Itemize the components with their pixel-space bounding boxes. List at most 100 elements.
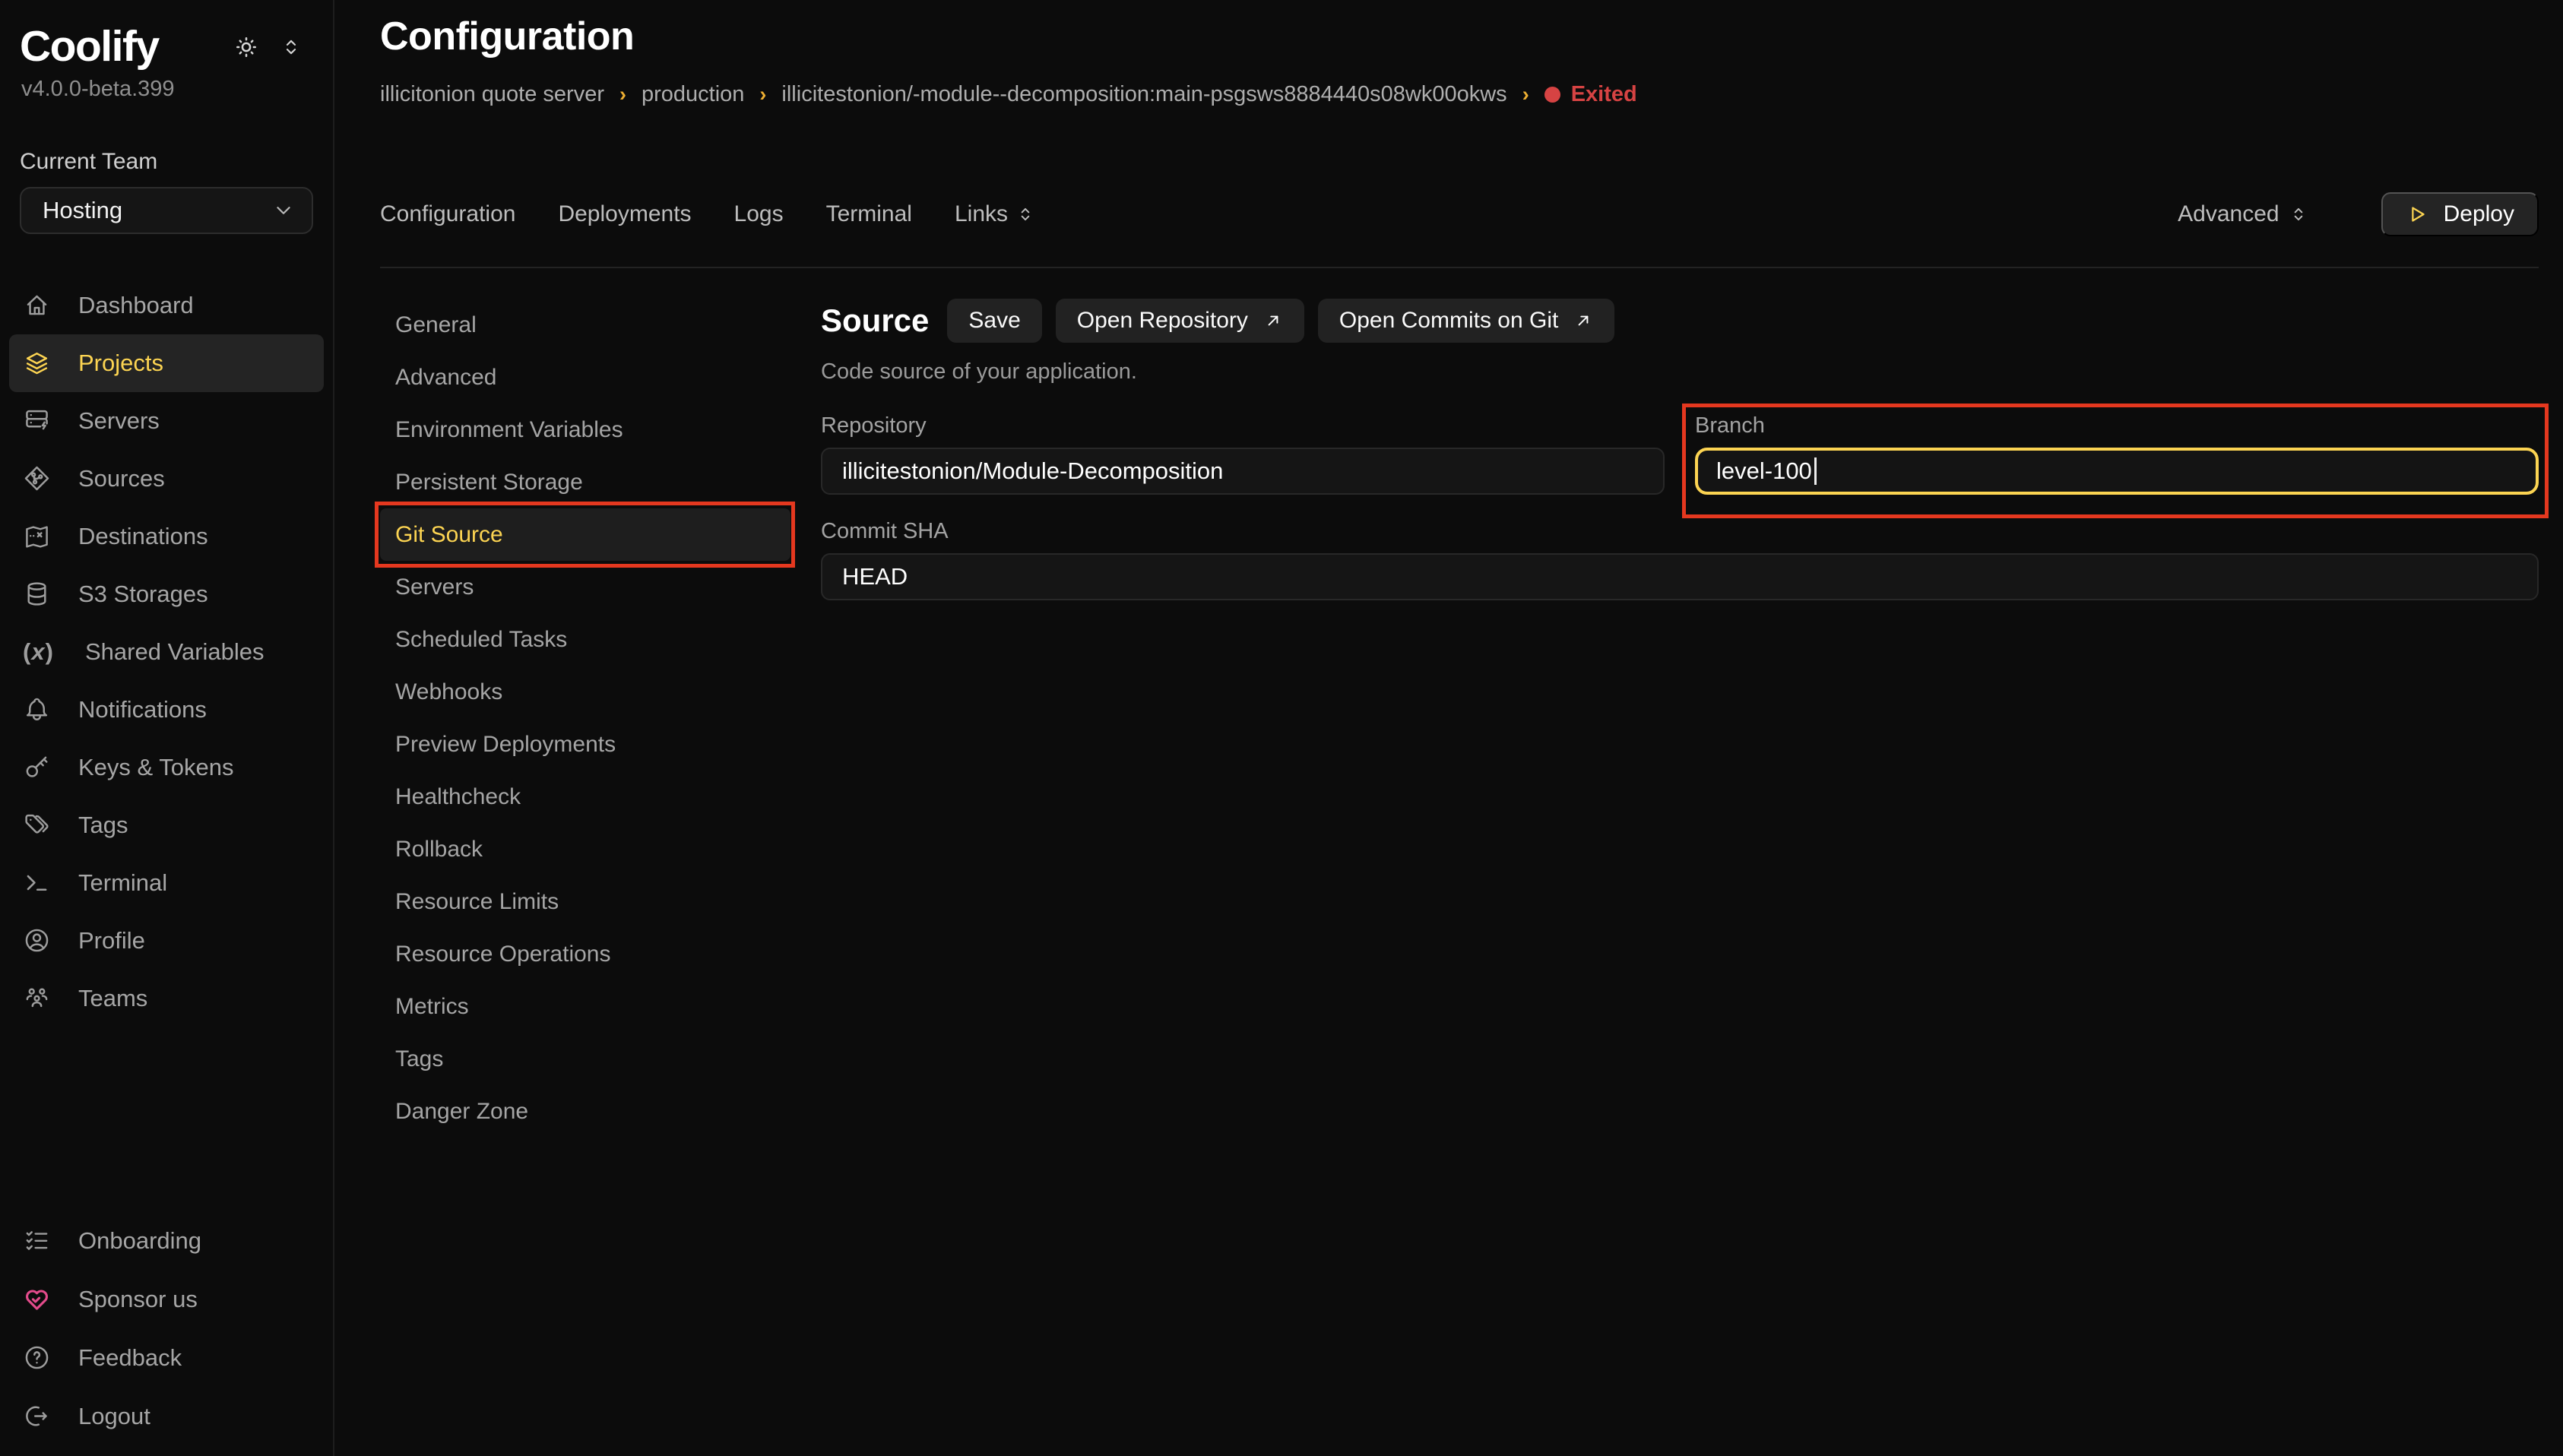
subnav-item-persistent-storage[interactable]: Persistent Storage <box>380 456 790 508</box>
section-description: Code source of your application. <box>821 359 2539 385</box>
sidebar-item-projects[interactable]: Projects <box>9 334 324 392</box>
branch-input[interactable]: level-100 <box>1695 448 2539 495</box>
section-title: Source <box>821 302 929 339</box>
sidebar-item-keys-tokens[interactable]: Keys & Tokens <box>9 739 324 796</box>
sidebar-item-dashboard[interactable]: Dashboard <box>9 277 324 334</box>
subnav-item-danger-zone[interactable]: Danger Zone <box>380 1085 790 1138</box>
open-repository-button[interactable]: Open Repository <box>1056 299 1304 343</box>
sidebar-item-shared-variables[interactable]: (x) Shared Variables <box>9 623 324 681</box>
subnav-item-webhooks[interactable]: Webhooks <box>380 666 790 718</box>
chevron-down-icon <box>272 199 295 222</box>
subnav-item-git-source[interactable]: Git Source <box>380 508 790 561</box>
database-icon <box>23 580 51 608</box>
theme-sun-icon[interactable] <box>233 33 260 61</box>
breadcrumb-project[interactable]: illicitonion quote server <box>380 82 604 107</box>
sidebar-item-profile[interactable]: Profile <box>9 912 324 970</box>
main-content: Configuration illicitonion quote server … <box>334 0 2563 1456</box>
sidebar-footer: Onboarding Sponsor us Feedback Logout <box>0 1211 333 1445</box>
checklist-icon <box>23 1227 51 1255</box>
subnav-item-resource-operations[interactable]: Resource Operations <box>380 928 790 980</box>
status-text: Exited <box>1571 82 1637 107</box>
collapse-selector-icon[interactable] <box>280 36 303 59</box>
breadcrumb: illicitonion quote server › production ›… <box>380 82 2539 107</box>
app-logo: Coolify <box>20 23 159 71</box>
external-link-icon <box>1573 311 1593 331</box>
branch-label: Branch <box>1695 413 2539 438</box>
sidebar-item-terminal[interactable]: Terminal <box>9 854 324 912</box>
subnav-item-resource-limits[interactable]: Resource Limits <box>380 875 790 928</box>
sidebar-item-notifications[interactable]: Notifications <box>9 681 324 739</box>
tab-logs[interactable]: Logs <box>734 201 784 227</box>
sidebar: Coolify v4.0.0-beta.399 Current Team Hos… <box>0 0 334 1456</box>
variables-icon: (x) <box>23 638 58 666</box>
subnav-item-metrics[interactable]: Metrics <box>380 980 790 1033</box>
tab-links[interactable]: Links <box>955 201 1035 227</box>
selector-icon <box>1015 204 1035 224</box>
text-caret <box>1814 457 1817 485</box>
commit-sha-field: Commit SHA HEAD <box>821 519 2539 600</box>
sidebar-item-sponsor[interactable]: Sponsor us <box>9 1270 324 1328</box>
sidebar-nav: Dashboard Projects Servers Sources Desti… <box>0 277 333 1027</box>
git-source-panel: Source Save Open Repository Open Commits… <box>821 299 2539 600</box>
branch-field: Branch level-100 <box>1695 413 2539 495</box>
commit-sha-input[interactable]: HEAD <box>821 553 2539 600</box>
configuration-subnav: General Advanced Environment Variables P… <box>380 299 790 1138</box>
commit-sha-label: Commit SHA <box>821 519 2539 544</box>
sidebar-item-destinations[interactable]: Destinations <box>9 508 324 565</box>
divider <box>380 267 2539 268</box>
open-commits-button[interactable]: Open Commits on Git <box>1318 299 1614 343</box>
play-icon <box>2406 203 2428 226</box>
subnav-item-rollback[interactable]: Rollback <box>380 823 790 875</box>
logout-icon <box>23 1402 51 1430</box>
key-icon <box>23 753 51 781</box>
breadcrumb-resource[interactable]: illicitestonion/-module--decomposition:m… <box>781 82 1506 107</box>
bell-icon <box>23 695 51 723</box>
external-link-icon <box>1263 311 1283 331</box>
team-select[interactable]: Hosting <box>20 187 313 234</box>
page-title: Configuration <box>380 14 2539 59</box>
advanced-dropdown[interactable]: Advanced <box>2178 201 2308 227</box>
heart-icon <box>23 1285 51 1313</box>
subnav-item-scheduled-tasks[interactable]: Scheduled Tasks <box>380 613 790 666</box>
sidebar-item-logout[interactable]: Logout <box>9 1387 324 1445</box>
subnav-item-preview-deployments[interactable]: Preview Deployments <box>380 718 790 771</box>
repository-input[interactable]: illicitestonion/Module-Decomposition <box>821 448 1665 495</box>
user-circle-icon <box>23 926 51 954</box>
sidebar-item-sources[interactable]: Sources <box>9 450 324 508</box>
server-icon <box>23 407 51 435</box>
save-button[interactable]: Save <box>947 299 1041 343</box>
selector-icon <box>2289 204 2308 224</box>
status-badge: Exited <box>1544 82 1637 107</box>
repository-field: Repository illicitestonion/Module-Decomp… <box>821 413 1665 495</box>
subnav-item-servers[interactable]: Servers <box>380 561 790 613</box>
tab-terminal[interactable]: Terminal <box>826 201 912 227</box>
subnav-item-general[interactable]: General <box>380 299 790 351</box>
app-version: v4.0.0-beta.399 <box>21 77 333 102</box>
subnav-item-healthcheck[interactable]: Healthcheck <box>380 771 790 823</box>
map-icon <box>23 522 51 550</box>
tab-configuration[interactable]: Configuration <box>380 201 515 227</box>
sidebar-item-teams[interactable]: Teams <box>9 970 324 1027</box>
sidebar-item-feedback[interactable]: Feedback <box>9 1328 324 1387</box>
chevron-right-icon: › <box>759 83 766 106</box>
subnav-item-environment-variables[interactable]: Environment Variables <box>380 404 790 456</box>
subnav-item-tags[interactable]: Tags <box>380 1033 790 1085</box>
sidebar-item-s3-storages[interactable]: S3 Storages <box>9 565 324 623</box>
home-icon <box>23 291 51 319</box>
chevron-right-icon: › <box>1522 83 1529 106</box>
sidebar-item-tags[interactable]: Tags <box>9 796 324 854</box>
help-circle-icon <box>23 1344 51 1372</box>
tabs-row: Configuration Deployments Logs Terminal … <box>380 192 2539 236</box>
breadcrumb-environment[interactable]: production <box>642 82 744 107</box>
git-source-icon <box>23 464 51 492</box>
current-team-label: Current Team <box>20 149 333 175</box>
sidebar-item-onboarding[interactable]: Onboarding <box>9 1211 324 1270</box>
layers-icon <box>23 349 51 377</box>
subnav-item-advanced[interactable]: Advanced <box>380 351 790 404</box>
deploy-button[interactable]: Deploy <box>2381 192 2539 236</box>
sidebar-item-servers[interactable]: Servers <box>9 392 324 450</box>
status-dot-icon <box>1544 87 1560 103</box>
users-group-icon <box>23 984 51 1012</box>
tab-deployments[interactable]: Deployments <box>558 201 691 227</box>
terminal-icon <box>23 869 51 897</box>
